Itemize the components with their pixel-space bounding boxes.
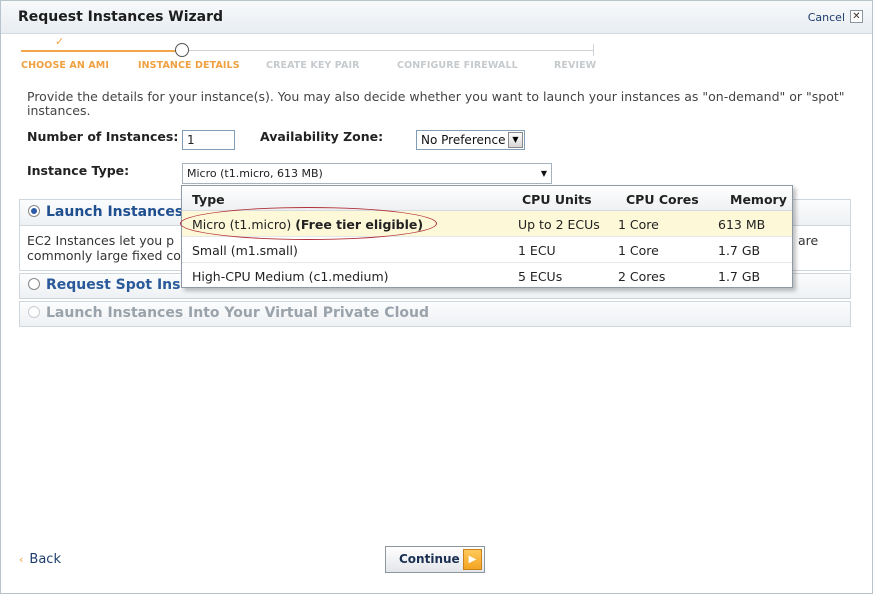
instance-type-dropdown: Type CPU Units CPU Cores Memory Micro (t… (181, 185, 793, 288)
header-cpu-cores: CPU Cores (626, 192, 699, 207)
availability-zone-label: Availability Zone: (260, 129, 384, 144)
option-cpu-cores: 1 Core (618, 243, 659, 258)
availability-zone-select[interactable]: No Preference ▼ (416, 130, 525, 150)
option-cpu-units: 5 ECUs (518, 269, 563, 284)
close-icon[interactable]: ✕ (850, 10, 863, 23)
description-tail: are (798, 233, 819, 248)
free-tier-badge: (Free tier eligible) (295, 217, 424, 232)
option-memory: 1.7 GB (718, 243, 761, 258)
option-memory: 1.7 GB (718, 269, 761, 284)
vpc-section: Launch Instances Into Your Virtual Priva… (19, 301, 851, 327)
check-icon: ✓ (55, 35, 65, 48)
num-instances-label: Number of Instances: (27, 129, 179, 144)
dialog-titlebar: Request Instances Wizard Cancel ✕ (1, 1, 872, 34)
continue-button[interactable]: Continue ▶ (385, 546, 485, 573)
header-type: Type (192, 192, 225, 207)
option-type: Micro (t1.micro) (Free tier eligible) (192, 217, 423, 232)
option-type-name: Micro (t1.micro) (192, 217, 292, 232)
progress-steps: ✓ CHOOSE AN AMI INSTANCE DETAILS CREATE … (21, 35, 597, 75)
vpc-radio (28, 306, 40, 318)
option-cpu-cores: 1 Core (618, 217, 659, 232)
description-line-1: EC2 Instances let you p (27, 233, 175, 248)
spot-instances-title: Request Spot Ins (46, 277, 181, 293)
dropdown-option-small[interactable]: Small (m1.small) 1 ECU 1 Core 1.7 GB (182, 237, 792, 263)
launch-instances-header[interactable]: Launch Instances (28, 204, 183, 220)
description-line-2: commonly large fixed co (27, 248, 181, 263)
step-configure-firewall: CONFIGURE FIREWALL (397, 60, 518, 71)
dropdown-option-c1-medium[interactable]: High-CPU Medium (c1.medium) 5 ECUs 2 Cor… (182, 263, 792, 289)
dropdown-header-row: Type CPU Units CPU Cores Memory (182, 186, 792, 211)
chevron-left-icon: ‹ (19, 553, 24, 566)
spot-instances-header[interactable]: Request Spot Ins (28, 277, 180, 293)
chevron-down-icon[interactable]: ▼ (508, 132, 523, 148)
continue-label: Continue (399, 552, 460, 566)
step-review: REVIEW (554, 60, 597, 71)
option-memory: 613 MB (718, 217, 766, 232)
vpc-title: Launch Instances Into Your Virtual Priva… (46, 305, 429, 321)
current-step-indicator (175, 43, 189, 57)
launch-instances-radio[interactable] (28, 205, 40, 217)
option-cpu-units: Up to 2 ECUs (518, 217, 600, 232)
chevron-down-icon[interactable]: ▼ (541, 167, 547, 181)
instance-type-label: Instance Type: (27, 163, 130, 178)
option-cpu-units: 1 ECU (518, 243, 556, 258)
option-cpu-cores: 2 Cores (618, 269, 666, 284)
step-create-key-pair: CREATE KEY PAIR (266, 60, 360, 71)
intro-text: Provide the details for your instance(s)… (27, 89, 845, 118)
header-memory: Memory (730, 192, 787, 207)
progress-track-end (593, 44, 594, 56)
instance-type-value: Micro (t1.micro, 613 MB) (187, 167, 323, 180)
availability-zone-value: No Preference (421, 133, 506, 147)
dropdown-option-micro[interactable]: Micro (t1.micro) (Free tier eligible) Up… (182, 211, 792, 237)
back-label: Back (29, 552, 61, 567)
spot-instances-radio[interactable] (28, 278, 40, 290)
progress-track-done (21, 50, 176, 52)
num-instances-input[interactable]: 1 (182, 130, 235, 150)
play-arrow-icon: ▶ (463, 549, 482, 570)
vpc-header: Launch Instances Into Your Virtual Priva… (28, 305, 429, 321)
header-cpu-units: CPU Units (522, 192, 592, 207)
wizard-dialog: Request Instances Wizard Cancel ✕ ✓ CHOO… (0, 0, 873, 594)
option-type: Small (m1.small) (192, 243, 298, 258)
launch-instances-title: Launch Instances (46, 204, 184, 220)
option-type: High-CPU Medium (c1.medium) (192, 269, 389, 284)
back-link[interactable]: ‹ Back (19, 552, 61, 567)
instance-type-select[interactable]: Micro (t1.micro, 613 MB) ▼ (182, 163, 552, 184)
step-instance-details: INSTANCE DETAILS (138, 60, 240, 71)
dialog-title: Request Instances Wizard (18, 9, 224, 25)
step-choose-ami: CHOOSE AN AMI (21, 60, 109, 71)
cancel-link[interactable]: Cancel (808, 11, 845, 24)
